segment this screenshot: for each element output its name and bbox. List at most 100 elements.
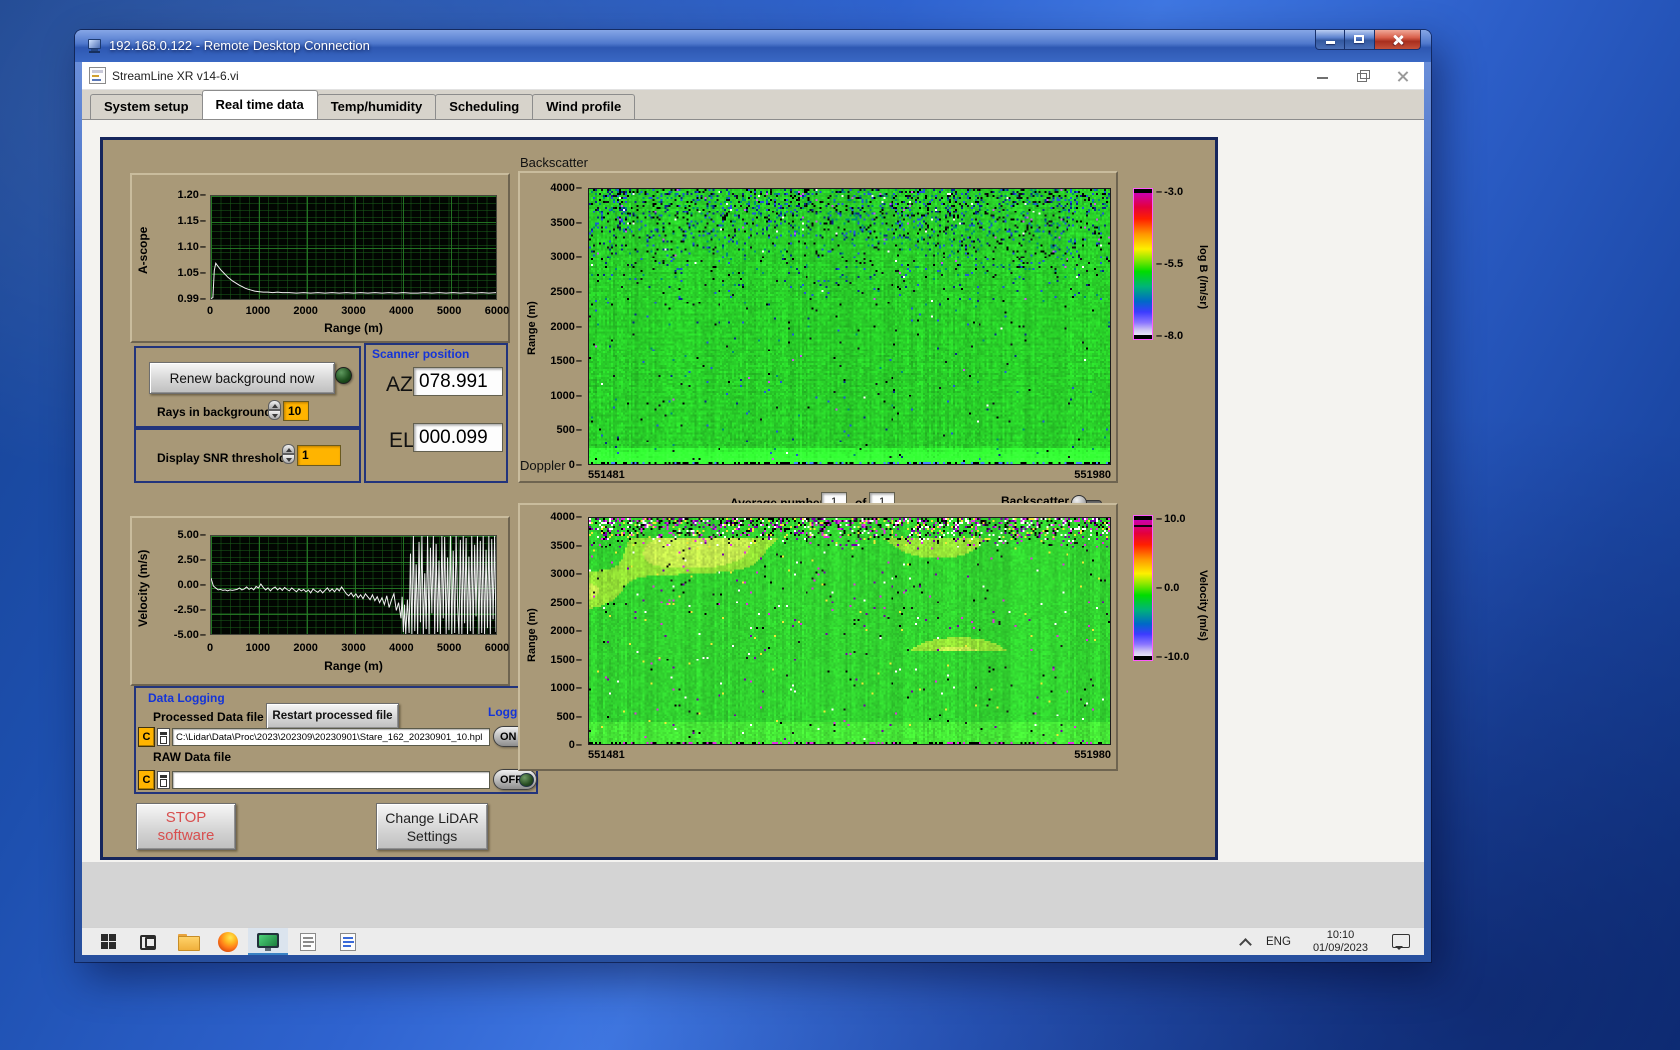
tab-temp-humidity[interactable]: Temp/humidity (316, 94, 437, 119)
tab-system-setup[interactable]: System setup (90, 94, 203, 119)
on-toggle-label: ON (500, 730, 517, 743)
stop-software-button[interactable]: STOP software (136, 803, 236, 850)
change-lidar-label-line2: Settings (406, 827, 458, 844)
rdp-close-button[interactable] (1374, 30, 1421, 50)
velocity-x-axis-label: Range (m) (324, 659, 383, 673)
language-indicator[interactable]: ENG (1266, 936, 1291, 948)
restart-processed-file-button[interactable]: Restart processed file (266, 703, 399, 729)
backscatter-colorbar-ticks: -3.0 -5.5 -8.0 (1156, 186, 1196, 342)
tick-label: 1.20 (177, 189, 206, 201)
tick-label: 4000 (550, 182, 582, 194)
processed-path-field[interactable]: C:\Lidar\Data\Proc\2023\202309\20230901\… (172, 728, 490, 746)
tick-label: 0 (206, 305, 214, 317)
rdp-maximize-button[interactable] (1345, 30, 1374, 50)
start-button[interactable] (88, 928, 128, 955)
data-logging-box: Data Logging Processed Data file Restart… (134, 686, 538, 794)
app-restore-icon[interactable] (1356, 69, 1370, 83)
doppler-y-ticks: 4000 3500 3000 2500 2000 1500 1000 500 0 (542, 511, 582, 751)
tab-scheduling[interactable]: Scheduling (435, 94, 534, 119)
taskbar-clock[interactable]: 10:10 01/09/2023 (1313, 929, 1368, 954)
maximize-icon (1354, 35, 1364, 43)
tick-label: -5.00 (174, 629, 206, 641)
tick-label: 1000 (550, 390, 582, 402)
rays-value-field[interactable]: 10 (283, 401, 309, 421)
rays-spinner[interactable] (268, 400, 281, 421)
renew-background-label: Renew background now (169, 370, 315, 386)
velocity-y-axis-label: Velocity (m/s) (136, 549, 150, 627)
tick-label: 4000 (550, 511, 582, 523)
velocity-plot (210, 535, 497, 635)
tick-label: 5000 (436, 642, 462, 654)
session-desktop (82, 862, 1424, 927)
remote-desktop-icon (87, 37, 105, 55)
az-value-field[interactable]: 078.991 (413, 367, 503, 396)
notification-center-icon[interactable] (1392, 934, 1410, 950)
tick-label: 3000 (341, 642, 366, 654)
snr-threshold-box: Display SNR threshold 1 (134, 428, 361, 483)
renew-background-button[interactable]: Renew background now (149, 362, 335, 394)
processed-path-browse-icon[interactable] (157, 728, 170, 746)
change-lidar-settings-button[interactable]: Change LiDAR Settings (376, 803, 488, 850)
backscatter-heatmap (589, 189, 1110, 464)
tick-label: -2.50 (174, 604, 206, 616)
tick-label: 6000 (484, 305, 510, 317)
app-titlebar[interactable]: StreamLine XR v14-6.vi (82, 62, 1424, 90)
tick-label: 3500 (550, 540, 582, 552)
velocity-trace (211, 536, 496, 634)
tick-label: 2500 (550, 286, 582, 298)
remote-desktop-app-button[interactable] (248, 928, 288, 955)
tick-label: 1500 (550, 654, 582, 666)
firefox-icon (218, 931, 238, 952)
raw-data-file-label: RAW Data file (153, 750, 232, 764)
restart-processed-file-label: Restart processed file (272, 710, 393, 722)
ascope-y-ticks: 1.20 1.15 1.10 1.05 0.99 (160, 189, 206, 305)
scan-scheduler-button[interactable] (288, 928, 328, 955)
app-minimize-icon[interactable] (1316, 69, 1330, 83)
app-close-icon[interactable] (1396, 69, 1410, 83)
tray-expand-chevron-icon[interactable] (1240, 937, 1250, 947)
firefox-button[interactable] (208, 928, 248, 955)
app-window-title: StreamLine XR v14-6.vi (112, 69, 239, 83)
doppler-colorbar (1133, 515, 1153, 661)
stop-label-line2: software (157, 826, 215, 844)
backscatter-graph: Range (m) 4000 3500 3000 2500 2000 1500 1000 50… (518, 171, 1118, 483)
backscatter-plot (588, 188, 1111, 465)
tick-label: 1000 (245, 642, 271, 654)
windows-logo-icon (100, 934, 116, 949)
ascope-y-axis-label: A-scope (136, 226, 150, 274)
tab-wind-profile[interactable]: Wind profile (532, 94, 636, 119)
rdp-titlebar[interactable]: 192.168.0.122 - Remote Desktop Connectio… (75, 30, 1431, 62)
rdp-minimize-button[interactable] (1315, 30, 1345, 50)
task-view-icon (140, 935, 156, 950)
raw-path-browse-icon[interactable] (157, 771, 170, 789)
tick-label: 0.00 (177, 579, 206, 591)
tick-label: 0 (569, 739, 582, 751)
el-value-field[interactable]: 000.099 (413, 423, 503, 452)
processed-drive-icon[interactable]: C (138, 727, 155, 747)
ascope-graph: A-scope 1.20 1.15 1.10 1.05 0.99 0 1000 2000 30… (130, 173, 510, 343)
az-label: AZ (386, 373, 413, 396)
tick-label: -10.0 (1156, 651, 1189, 663)
app-client-area: A-scope 1.201.151.101.050.99 0 1000 2000 30… (82, 120, 1424, 862)
tick-label: 4000 (389, 305, 414, 317)
labview-vi-icon (89, 67, 106, 84)
tick-label: 2500 (550, 597, 582, 609)
tick-label: 2000 (550, 625, 582, 637)
tab-real-time-data[interactable]: Real time data (201, 90, 318, 119)
task-view-button[interactable] (128, 928, 168, 955)
raw-logging-toggle[interactable]: OFF (493, 769, 537, 790)
tick-label: 1.05 (177, 267, 206, 279)
backscatter-x-labels: 551481 551980 (588, 469, 1111, 481)
notepad-button[interactable] (328, 928, 368, 955)
doppler-colorbar-band (1134, 525, 1152, 527)
doppler-colorbar-label: Velocity (m/s) (1197, 569, 1209, 641)
raw-path-field[interactable] (172, 771, 490, 789)
taskbar-time: 10:10 (1326, 929, 1355, 941)
raw-drive-icon[interactable]: C (138, 770, 155, 790)
scanner-position-box: Scanner position AZ 078.991 EL 000.099 (364, 343, 508, 483)
file-explorer-button[interactable] (168, 928, 208, 955)
snr-value-field[interactable]: 1 (297, 445, 341, 466)
snr-spinner[interactable] (282, 444, 295, 465)
close-icon (1392, 34, 1404, 46)
tick-label: 500 (557, 711, 582, 723)
